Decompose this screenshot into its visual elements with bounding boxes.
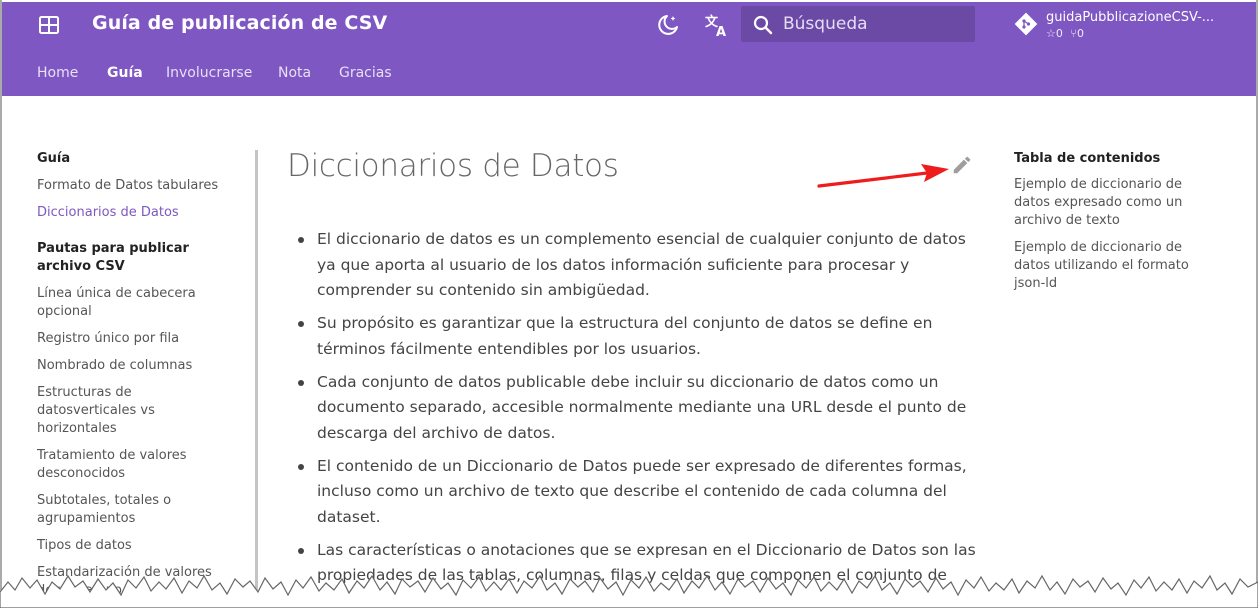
list-item: El diccionario de datos es un complement… (296, 227, 976, 304)
repo-stats: ☆0 ⑂0 (1046, 27, 1084, 40)
nav-tabs: Home Guía Involucrarse Nota Gracias (2, 48, 1256, 96)
site-title[interactable]: Guía de publicación de CSV (92, 12, 387, 34)
repo-name: guidaPubblicazioneCSV-... (1046, 10, 1215, 25)
table-of-contents: Tabla de contenidos Ejemplo de diccionar… (1014, 150, 1214, 302)
tab-involucrarse[interactable]: Involucrarse (166, 65, 252, 81)
top-bar: Guía de publicación de CSV 文A guidaPubbl… (2, 2, 1256, 48)
toc-item[interactable]: Ejemplo de diccionario de datos expresad… (1014, 176, 1204, 230)
torn-edge (0, 574, 1258, 608)
sidebar-item[interactable]: Estructuras de datosverticales vs horizo… (37, 384, 177, 438)
tab-guia[interactable]: Guía (107, 65, 143, 81)
sidebar-item[interactable]: Nombrado de columnas (37, 357, 237, 375)
sidebar-item[interactable]: Tratamiento de valores desconocidos (37, 447, 207, 483)
git-icon (1014, 12, 1038, 40)
site-header: Guía de publicación de CSV 文A guidaPubbl… (2, 2, 1256, 96)
search-icon (753, 15, 773, 39)
sidebar-item-diccionarios[interactable]: Diccionarios de Datos (37, 204, 237, 222)
toc-item[interactable]: Ejemplo de diccionario de datos utilizan… (1014, 239, 1204, 293)
main-content: El diccionario de datos es un complement… (296, 227, 976, 608)
sidebar-item[interactable]: Tipos de datos (37, 537, 237, 555)
sidebar-section-title: Guía (37, 151, 71, 166)
sidebar-section-title: Pautas para publicar archivo CSV (37, 241, 189, 274)
search-input[interactable] (783, 6, 969, 42)
fork-icon: ⑂ (1070, 27, 1077, 40)
search-box[interactable] (741, 6, 975, 42)
star-icon: ☆ (1046, 27, 1056, 40)
sidebar-item-formato[interactable]: Formato de Datos tabulares (37, 177, 237, 195)
sidebar-item[interactable]: Subtotales, totales o agrupamientos (37, 492, 187, 528)
page-title: Diccionarios de Datos (287, 148, 619, 184)
list-item: El contenido de un Diccionario de Datos … (296, 454, 976, 531)
translate-icon[interactable]: 文A (705, 13, 729, 41)
edit-page-button[interactable] (951, 154, 973, 176)
star-count: 0 (1055, 27, 1063, 40)
sidebar-item[interactable]: Registro único por fila (37, 330, 237, 348)
bullet-list: El diccionario de datos es un complement… (296, 227, 976, 608)
pencil-icon (953, 156, 971, 174)
tab-gracias[interactable]: Gracias (339, 65, 392, 81)
list-item: Cada conjunto de datos publicable debe i… (296, 370, 976, 447)
tab-nota[interactable]: Nota (278, 65, 311, 81)
theme-toggle-icon[interactable] (657, 13, 681, 41)
sidebar-item[interactable]: Línea única de cabecera opcional (37, 285, 217, 321)
list-item: Su propósito es garantizar que la estruc… (296, 311, 976, 362)
tab-home[interactable]: Home (37, 65, 78, 81)
sidebar-divider (255, 150, 258, 590)
fork-count: 0 (1076, 27, 1084, 40)
toc-title: Tabla de contenidos (1014, 151, 1161, 166)
annotation-arrow (817, 164, 949, 188)
svg-text:A: A (716, 25, 726, 37)
sidebar: Guía Formato de Datos tabulares Dicciona… (37, 150, 237, 600)
grid-icon[interactable] (39, 16, 59, 38)
